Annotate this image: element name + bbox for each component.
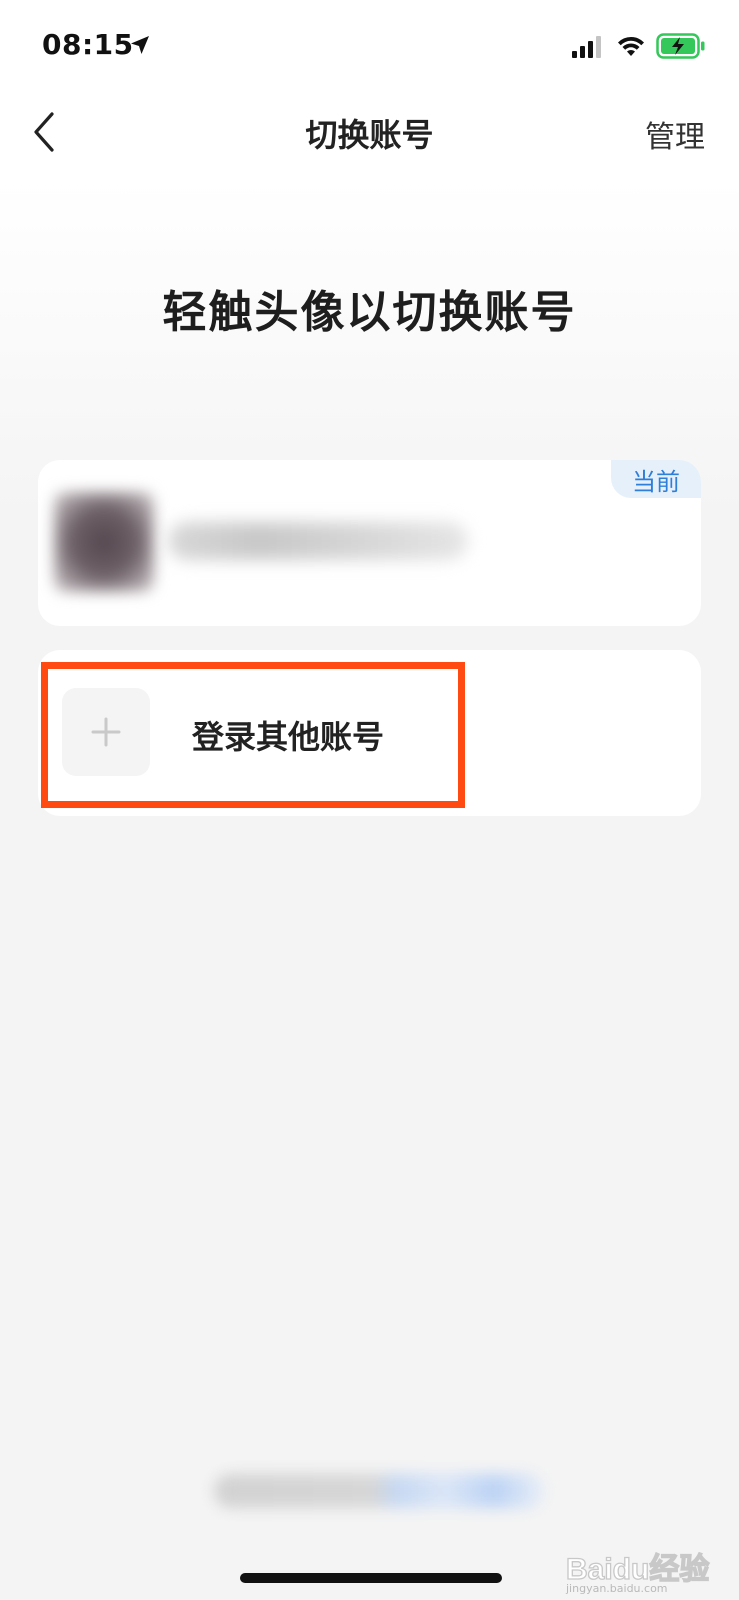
wifi-icon <box>618 36 644 56</box>
nav-bar: 切换账号 管理 <box>0 92 739 172</box>
status-bar: 08:15 <box>0 0 739 92</box>
footer-text-redacted <box>214 1474 544 1508</box>
avatar[interactable] <box>54 492 154 592</box>
baidu-watermark: Baidu经验 jingyan.baidu.com <box>565 1542 718 1595</box>
cellular-signal-icon <box>572 36 601 58</box>
add-account-tile[interactable] <box>62 688 150 776</box>
add-account-card: 登录其他账号 <box>38 650 701 816</box>
switch-account-heading: 轻触头像以切换账号 <box>162 287 577 338</box>
account-name-redacted <box>168 522 468 560</box>
home-indicator[interactable] <box>240 1573 502 1583</box>
status-time: 08:15 <box>42 28 134 61</box>
plus-icon <box>91 717 121 747</box>
location-arrow-icon <box>131 36 149 54</box>
battery-charging-icon <box>656 33 705 59</box>
watermark-subtext: jingyan.baidu.com <box>566 1582 668 1595</box>
manage-button[interactable]: 管理 <box>645 112 705 156</box>
page-title: 切换账号 <box>305 116 434 154</box>
current-account-card[interactable]: 当前 <box>38 460 701 626</box>
add-account-label: 登录其他账号 <box>192 718 385 756</box>
add-account-row[interactable]: 登录其他账号 <box>58 686 438 780</box>
current-badge: 当前 <box>611 460 701 498</box>
